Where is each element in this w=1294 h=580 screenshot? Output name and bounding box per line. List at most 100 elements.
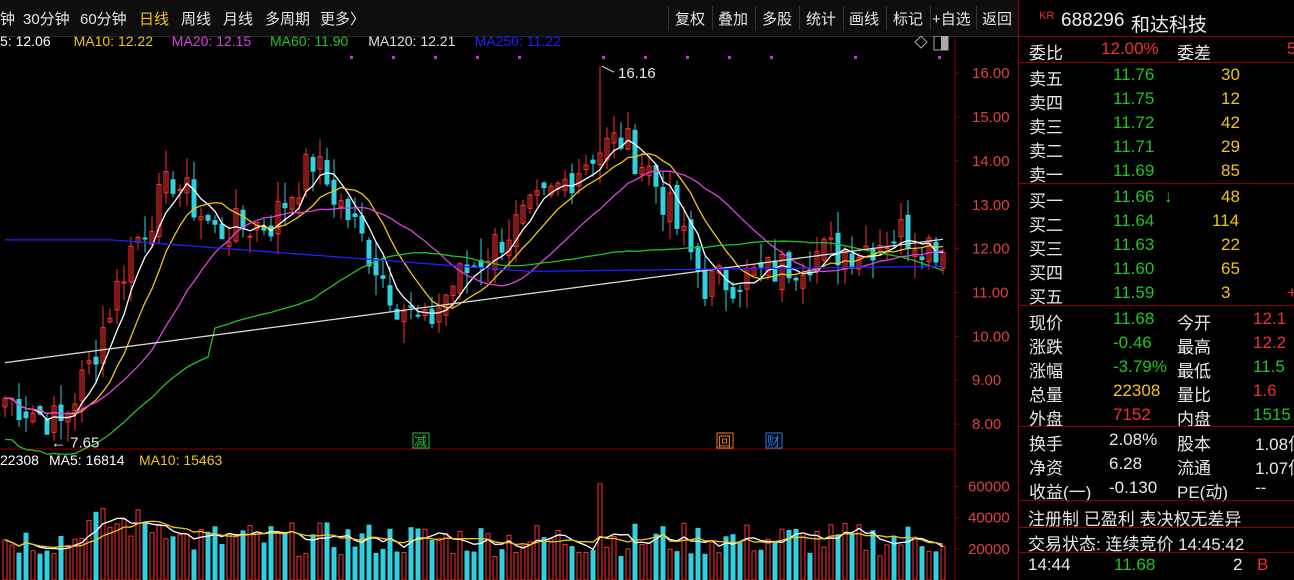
fuquan-button[interactable]: 复权 [675,8,705,29]
tab-monthly[interactable]: 月线 [223,8,253,29]
back-button[interactable]: 返回 [982,8,1012,29]
volume-bar [128,535,134,580]
volume-bar [156,524,162,580]
overlay-button[interactable]: 叠加 [718,8,748,29]
volume-bar [821,546,827,580]
price-tick-label: 14.00 [972,153,1010,170]
signal-dot [938,56,941,59]
volume-bar [366,524,372,580]
volume-bar [611,535,617,580]
kline-chart[interactable]: 16.00 15.00 14.00 13.00 12.00 11.00 10.00 9.00 8… [0,36,1018,580]
quote-value: 12.1 [1253,309,1287,328]
candle-body [884,247,890,250]
volume-bar [870,530,876,580]
volume-bar [23,532,29,580]
candle-body [674,185,680,229]
order-volume: 48 [1221,187,1240,206]
volume-bar [37,553,43,580]
volume-bar [282,531,288,580]
candle-body [23,411,29,419]
candle-body [730,287,736,299]
fund-value: -0.130 [1109,478,1158,497]
tab-30min[interactable]: 30分钟 [23,8,70,29]
tab-60min[interactable]: 60分钟 [80,8,127,29]
status-row: 交易状态: 连续竞价 14:45:42 [1019,528,1294,554]
multi-stock-button[interactable]: 多股 [762,8,792,29]
volume-bar [758,549,764,580]
volume-bar [639,543,645,580]
weibi-value: 12.00% [1101,39,1159,58]
divider [843,6,844,30]
window-icon-fill [941,36,948,50]
signal-dot [350,56,353,59]
quote-value: 7152 [1113,405,1151,424]
volume-bar [401,552,407,580]
volume-bar [653,533,659,580]
market-badge: KR [1039,10,1055,22]
tab-weekly[interactable]: 周线 [181,8,211,29]
volume-bar [926,550,932,580]
divider [668,6,669,30]
volume-bar [695,527,701,580]
quote-value: 1515 [1253,405,1291,424]
stats-button[interactable]: 统计 [806,8,836,29]
volume-bar [317,522,323,580]
volume-bar [394,551,400,580]
volume-bar [142,522,148,580]
order-price: 11.60 [1113,259,1155,278]
volume-bar [863,549,869,580]
order-volume: 12 [1221,89,1240,108]
volume-tick-label: 60000 [968,479,1010,496]
tick-time: 14:44 [1028,555,1071,574]
sell-level-4: 卖四 11.75 12 [1019,87,1294,113]
volume-bar [450,552,456,580]
volume-bar [30,550,36,580]
tab-multi-period[interactable]: 多周期 [265,8,310,29]
signal-dot [434,56,437,59]
volume-bar [604,546,610,580]
weicha-value: 5 [1287,39,1294,58]
volume-bar [702,553,708,580]
quote-row: 现价 11.68 今开 12.1 [1019,307,1294,333]
draw-line-button[interactable]: 画线 [849,8,879,29]
volume-bar [2,539,8,580]
event-marker-label: 减 [414,435,427,450]
volume-bar [58,535,64,580]
volume-bar [548,538,554,580]
divider [1019,500,1294,501]
volume-bar [632,523,638,580]
volume-bar [751,550,757,580]
volume-bar [303,552,309,580]
candle-body [590,159,596,164]
add-watchlist-button[interactable]: +自选 [932,8,971,29]
volume-bar [310,534,316,580]
volume-bar [849,532,855,580]
volume-bar [296,555,302,580]
quote-value: 12.2 [1253,333,1287,352]
volume-bar [800,532,806,580]
volume-bar [422,528,428,580]
tab-more[interactable]: 更多〉 [320,8,365,29]
volume-bar [107,526,113,580]
candle-body [835,232,841,266]
order-volume: 65 [1221,259,1240,278]
tick-price: 11.68 [1114,555,1156,574]
price-tick-label: 15.00 [972,109,1010,126]
volume-bar [534,525,540,580]
buy-level-3: 买三 11.63 22 [1019,233,1294,259]
volume-bar [681,522,687,580]
volume-bar [268,526,274,580]
volume-tick-label: 20000 [968,541,1010,558]
sell-level-3: 卖三 11.72 42 [1019,111,1294,137]
mark-button[interactable]: 标记 [893,8,923,29]
tab-minute[interactable]: 钟 [0,8,15,29]
candle-body [569,173,575,194]
volume-bar [933,551,939,580]
volume-bar [884,544,890,580]
tab-daily[interactable]: 日线 [139,8,169,29]
volume-bar [464,550,470,580]
buy-level-5: 买五 11.59 3 + [1019,281,1294,307]
volume-bar [569,546,575,580]
candle-body [429,308,435,325]
volume-bar [331,547,337,580]
